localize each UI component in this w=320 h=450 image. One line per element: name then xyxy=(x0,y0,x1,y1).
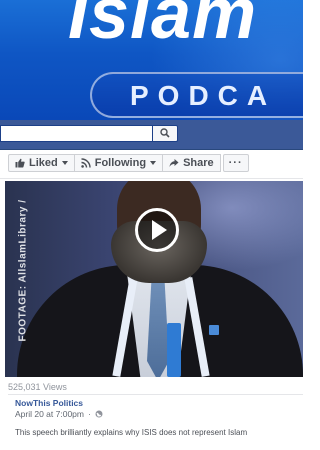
thumbs-up-icon xyxy=(15,158,25,168)
more-options-button[interactable]: ··· xyxy=(222,154,249,172)
meta-divider xyxy=(8,394,303,395)
share-arrow-icon xyxy=(169,158,179,168)
chevron-down-icon xyxy=(61,161,68,165)
following-label: Following xyxy=(94,157,147,169)
post-caption: This speech brilliantly explains why ISI… xyxy=(15,428,248,437)
cover-banner: Islam PODCA xyxy=(0,0,303,120)
rss-icon xyxy=(81,158,91,168)
play-icon xyxy=(151,220,167,240)
lapel-pin xyxy=(209,325,219,335)
globe-icon[interactable] xyxy=(95,410,103,418)
play-button[interactable] xyxy=(135,208,179,252)
chevron-down-icon xyxy=(150,161,157,165)
section-divider xyxy=(0,178,303,179)
footage-watermark: FOOTAGE: AllslamLibrary / xyxy=(17,199,29,342)
more-icon: ··· xyxy=(228,157,243,169)
view-count: 525,031 Views xyxy=(8,382,67,392)
banner-subtitle: PODCA xyxy=(130,80,277,111)
liked-button[interactable]: Liked xyxy=(8,154,75,172)
dot-separator: · xyxy=(87,409,91,419)
share-label: Share xyxy=(183,157,214,169)
banner-title: Islam xyxy=(68,0,258,54)
post-date-link[interactable]: April 20 at 7:00pm xyxy=(15,409,84,419)
page-actions: Liked Following Share ··· xyxy=(8,154,249,174)
conference-badge xyxy=(167,323,181,377)
liked-label: Liked xyxy=(29,157,58,169)
top-navigation-bar xyxy=(0,120,303,150)
search-input[interactable] xyxy=(0,125,152,142)
share-button[interactable]: Share xyxy=(162,154,221,172)
search-button[interactable] xyxy=(152,125,178,142)
page-name-link[interactable]: NowThis Politics xyxy=(15,398,83,408)
video-player[interactable]: FOOTAGE: AllslamLibrary / xyxy=(5,181,303,377)
post-timestamp-row: April 20 at 7:00pm · xyxy=(15,409,103,419)
search-icon xyxy=(160,125,170,143)
following-button[interactable]: Following xyxy=(73,154,164,172)
